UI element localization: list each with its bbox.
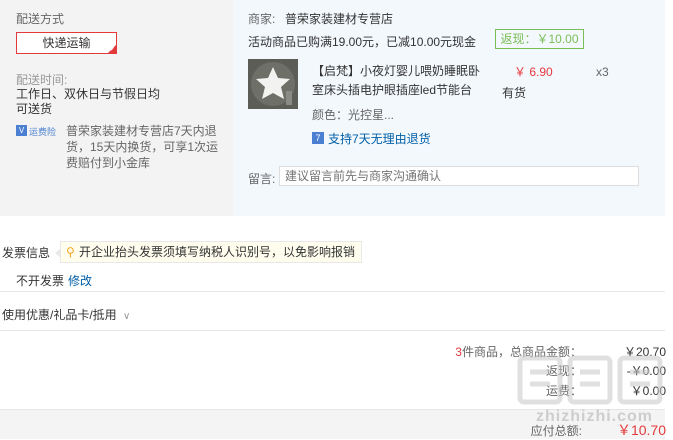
goods-count-label: 3件商品，总商品金额： [440,343,582,360]
insurance-badge: V 运费险 [16,125,56,137]
check-icon: ✓ [109,47,115,53]
payable-label: 应付总额: [530,424,582,438]
discounts-toggle[interactable]: 使用优惠/礼品卡/抵用 ∨ [2,306,130,323]
insurance-text-line2: 货，15天内换货，可享1次运 [66,140,219,154]
cashback-row-label: 返现： [545,364,582,378]
goods-count-suffix: 件商品，总商品金额： [461,345,582,359]
delivery-time-line2: 可送货 [16,102,53,116]
express-shipping-label: 快递运输 [42,36,91,50]
return-shield-icon: 7 [312,132,324,144]
divider [0,330,665,331]
product-title-line1: 【启梵】小夜灯婴儿喂奶睡眠卧 [312,64,481,78]
goods-count: 3 [455,345,462,359]
return-policy-text: 支持7天无理由退货 [328,132,431,146]
product-title-line2: 室床头插电护眼插座led节能台 [312,83,473,97]
product-color: 颜色：光控星... [312,108,395,122]
product-quantity: x3 [596,65,609,79]
product-stock: 有货 [502,86,527,100]
merchant-label: 商家: [248,12,276,26]
invoice-title: 发票信息 [2,246,51,260]
shipping-title: 配送方式 [16,12,65,26]
product-title-link[interactable]: 【启梵】小夜灯婴儿喂奶睡眠卧 室床头插电护眼插座led节能台 [312,62,502,100]
product-price: ￥ 6.90 [514,65,553,79]
invoice-edit-link[interactable]: 修改 [68,272,92,289]
goods-total: ￥20.70 [623,345,666,359]
shield-icon: V [16,125,27,136]
express-shipping-button[interactable]: 快递运输 ✓ [16,32,117,54]
pin-icon: ⚲ [66,245,75,259]
product-thumbnail[interactable] [248,59,298,109]
remark-input[interactable] [279,166,639,186]
promo-text: 活动商品已购满19.00元，已减10.00元现金 [248,35,477,49]
shipping-fee-label: 运费： [545,384,582,398]
star-lamp-icon [248,59,298,109]
divider [0,291,665,292]
shipping-fee-value: ￥0.00 [630,384,666,398]
payable-value: ￥10.70 [616,422,666,438]
invoice-status: 不开发票 [16,274,65,288]
insurance-text: 普荣家装建材专营店7天内退 货，15天内换货，可享1次运 费赔付到小金库 [66,123,218,171]
cashback-row-value: -￥0.00 [626,364,666,378]
invoice-tip-text: 开企业抬头发票须填写纳税人识别号，以免影响报销 [79,245,356,259]
chevron-down-icon: ∨ [123,311,131,322]
insurance-text-line3: 费赔付到小金库 [66,156,151,170]
invoice-tip: ⚲ 开企业抬头发票须填写纳税人识别号，以免影响报销 [55,241,362,263]
remark-label: 留言: [248,172,276,186]
insurance-badge-label: 运费险 [29,127,57,137]
cashback-badge: 返现：￥10.00 [495,29,584,49]
insurance-text-line1: 普荣家装建材专营店7天内退 [66,124,217,138]
merchant-name[interactable]: 普荣家装建材专营店 [285,10,393,27]
discounts-toggle-label: 使用优惠/礼品卡/抵用 [2,308,117,322]
